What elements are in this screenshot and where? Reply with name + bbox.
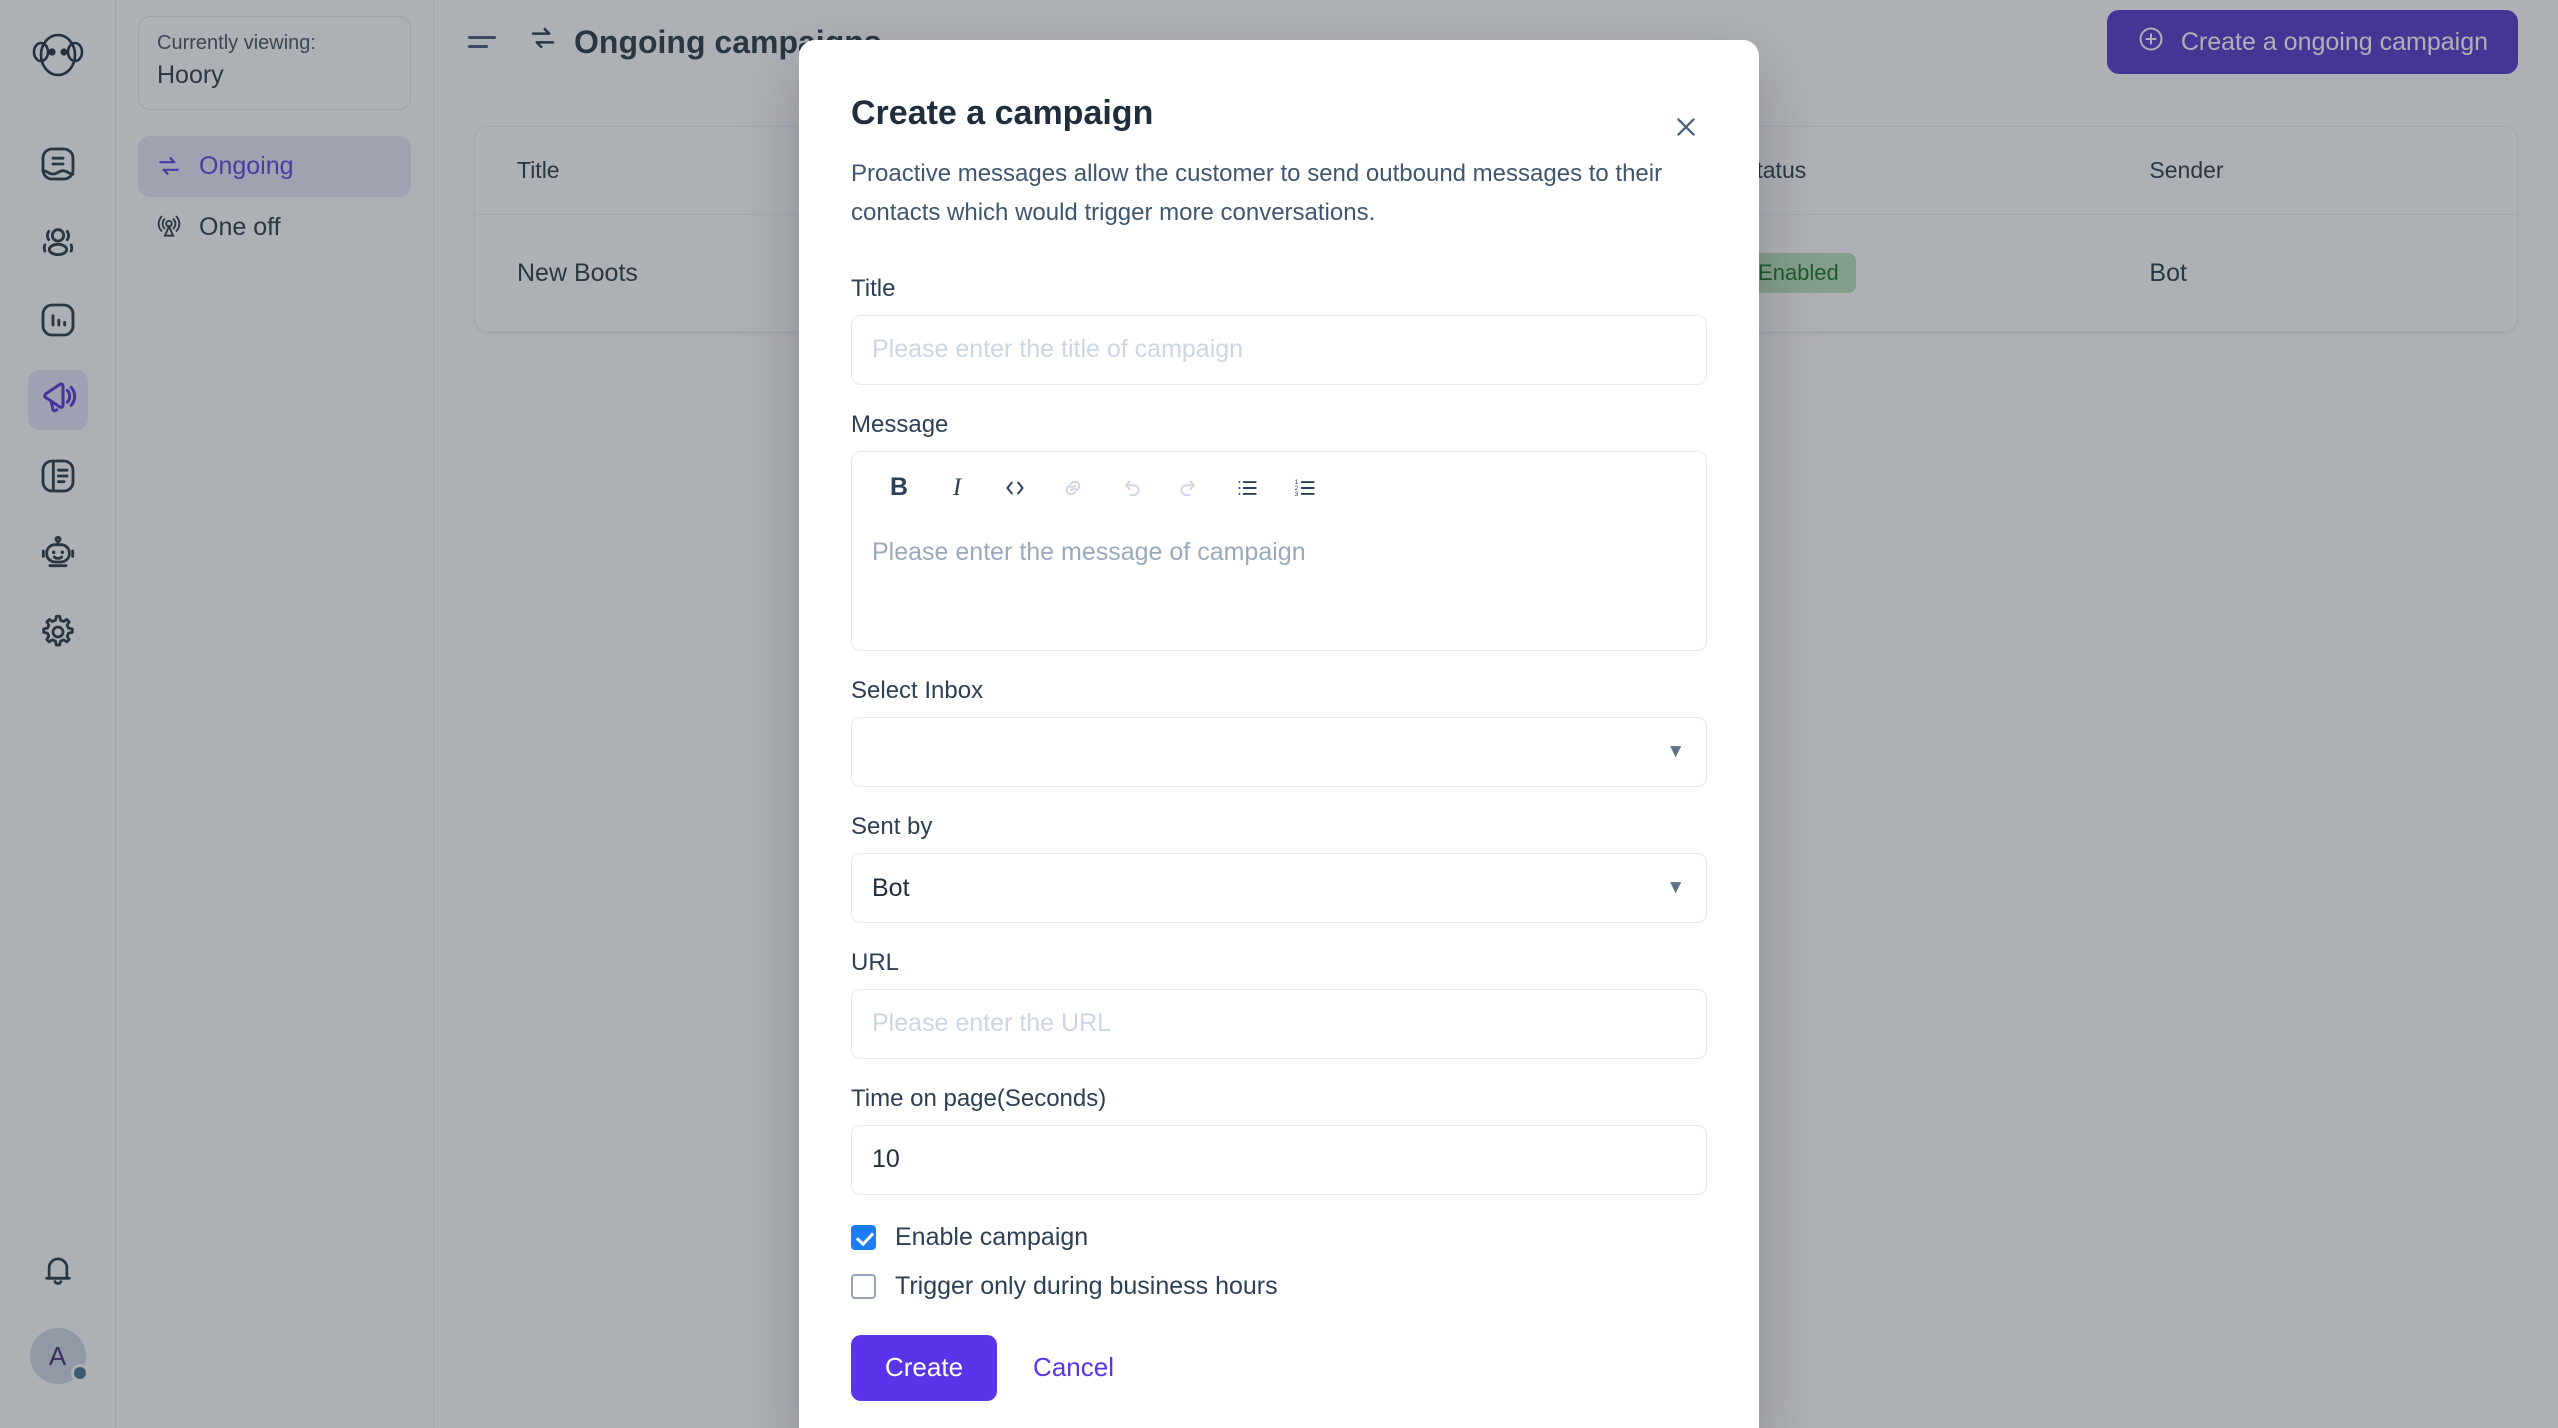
business-hours-label: Trigger only during business hours <box>895 1271 1278 1300</box>
field-select-inbox: Select Inbox ▼ <box>851 677 1707 787</box>
code-icon[interactable] <box>986 464 1044 512</box>
label-title: Title <box>851 274 896 302</box>
app-root: A Currently viewing: Hoory Ongoing One o… <box>0 0 2558 1428</box>
sent-by-wrapper: Bot ▼ <box>851 852 1707 923</box>
message-editor: B I 1 2 3 Please enter the message of ca… <box>851 450 1707 651</box>
editor-toolbar: B I 1 2 3 <box>852 452 1706 522</box>
title-input[interactable] <box>851 314 1707 385</box>
label-message: Message <box>851 410 949 438</box>
url-input[interactable] <box>851 988 1707 1059</box>
italic-icon[interactable]: I <box>928 464 986 512</box>
cancel-button[interactable]: Cancel <box>1011 1335 1136 1401</box>
create-campaign-modal: Create a campaign Proactive messages all… <box>799 40 1759 1428</box>
sent-by-dropdown[interactable]: Bot <box>851 852 1707 923</box>
select-inbox-wrapper: ▼ <box>851 716 1707 787</box>
bullet-list-icon[interactable] <box>1218 464 1276 512</box>
ordered-list-icon[interactable]: 1 2 3 <box>1276 464 1334 512</box>
time-on-page-input[interactable] <box>851 1124 1707 1195</box>
enable-campaign-label: Enable campaign <box>895 1222 1089 1251</box>
svg-text:3: 3 <box>1295 491 1299 498</box>
label-select-inbox: Select Inbox <box>851 676 984 704</box>
modal-actions: Create Cancel <box>851 1334 1707 1401</box>
modal-subtitle: Proactive messages allow the customer to… <box>851 160 1663 226</box>
link-icon[interactable] <box>1044 464 1102 512</box>
modal-title: Create a campaign <box>851 94 1154 132</box>
bold-icon[interactable]: B <box>870 464 928 512</box>
field-message: Message B I 1 2 3 Please enter the messa… <box>851 411 1707 651</box>
select-inbox-dropdown[interactable] <box>851 716 1707 787</box>
label-time-on-page: Time on page(Seconds) <box>851 1084 1107 1112</box>
message-textarea[interactable]: Please enter the message of campaign <box>852 522 1706 650</box>
field-url: URL <box>851 949 1707 1059</box>
checkbox-row-enable-campaign[interactable]: Enable campaign <box>851 1223 1707 1252</box>
close-icon[interactable] <box>1665 106 1707 148</box>
create-button[interactable]: Create <box>851 1334 998 1401</box>
field-time-on-page: Time on page(Seconds) <box>851 1085 1707 1195</box>
redo-icon[interactable] <box>1160 464 1218 512</box>
field-sent-by: Sent by Bot ▼ <box>851 813 1707 923</box>
business-hours-checkbox[interactable] <box>851 1273 876 1299</box>
label-sent-by: Sent by <box>851 812 933 840</box>
checkbox-row-business-hours[interactable]: Trigger only during business hours <box>851 1272 1707 1301</box>
label-url: URL <box>851 948 900 976</box>
undo-icon[interactable] <box>1102 464 1160 512</box>
field-title: Title <box>851 275 1707 385</box>
enable-campaign-checkbox[interactable] <box>851 1224 876 1250</box>
